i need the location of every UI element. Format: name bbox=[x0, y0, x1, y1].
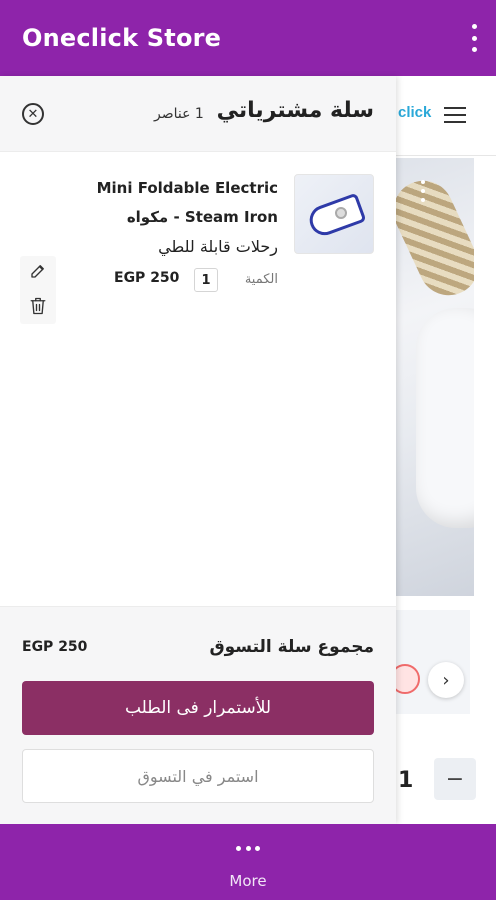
quantity-value: 1 bbox=[194, 268, 218, 292]
more-vertical-icon[interactable] bbox=[470, 24, 478, 52]
checkout-button[interactable]: للأستمرار فى الطلب bbox=[22, 681, 374, 735]
item-price: EGP 250 bbox=[114, 270, 180, 286]
cart-drawer: ✕ 1 عناصر سلة مشترياتي Mini Foldable Ele… bbox=[0, 76, 396, 824]
product-thumbnail[interactable] bbox=[294, 174, 374, 254]
product-name-line-1: Mini Foldable Electric bbox=[96, 179, 278, 197]
cart-footer: مجموع سلة التسوق EGP 250 للأستمرار فى ال… bbox=[0, 606, 396, 824]
store-logo: click bbox=[398, 104, 432, 121]
background-quantity: 1 bbox=[398, 768, 414, 793]
product-thumbnails: › bbox=[390, 610, 470, 714]
cart-item-count: 1 عناصر bbox=[154, 106, 204, 122]
chevron-right-icon[interactable]: › bbox=[428, 662, 464, 698]
app-bar: Oneclick Store bbox=[0, 0, 496, 76]
product-name[interactable]: Mini Foldable Electric مكواه - Steam Iro… bbox=[88, 174, 278, 261]
pencil-icon[interactable] bbox=[29, 262, 47, 280]
image-options-icon[interactable] bbox=[420, 180, 426, 202]
bottom-bar[interactable]: More bbox=[0, 824, 496, 900]
close-icon[interactable]: ✕ bbox=[22, 103, 44, 125]
more-label[interactable]: More bbox=[0, 872, 496, 890]
quantity-minus-button[interactable]: − bbox=[434, 758, 476, 800]
subtotal-value: EGP 250 bbox=[22, 639, 88, 655]
cart-title: سلة مشترياتي bbox=[216, 98, 374, 123]
product-name-line-2: مكواه - Steam Iron bbox=[126, 208, 278, 226]
item-actions bbox=[20, 256, 56, 324]
trash-icon[interactable] bbox=[29, 296, 47, 316]
app-title: Oneclick Store bbox=[22, 24, 222, 52]
product-main-image bbox=[396, 158, 474, 596]
cart-item: Mini Foldable Electric مكواه - Steam Iro… bbox=[0, 160, 396, 324]
more-horizontal-icon[interactable] bbox=[236, 846, 260, 852]
product-name-line-3: رحلات قابلة للطي bbox=[158, 237, 278, 256]
continue-shopping-button[interactable]: استمر في التسوق bbox=[22, 749, 374, 803]
hamburger-menu-icon[interactable] bbox=[444, 107, 466, 123]
background-header: click bbox=[396, 76, 496, 156]
subtotal-label: مجموع سلة التسوق bbox=[209, 637, 374, 657]
cart-header: ✕ 1 عناصر سلة مشترياتي bbox=[0, 76, 396, 152]
quantity-label: الكمية bbox=[244, 272, 278, 287]
